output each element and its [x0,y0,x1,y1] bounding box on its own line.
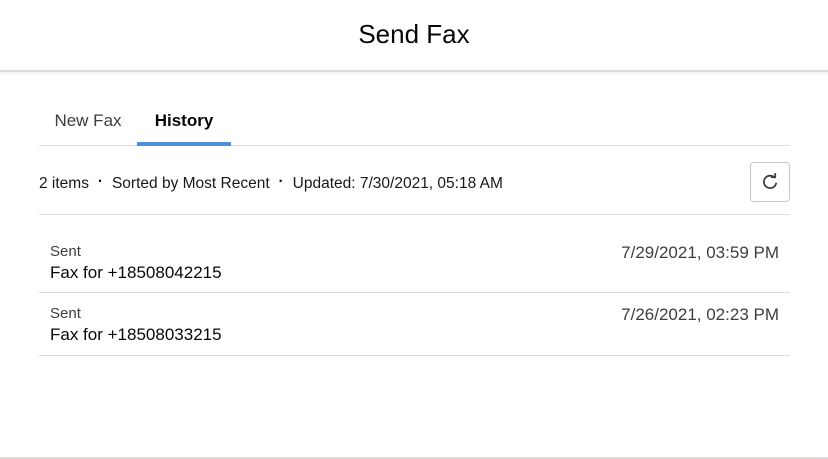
modal-title: Send Fax [358,18,470,49]
updated-timestamp: Updated: 7/30/2021, 05:18 AM [292,175,503,192]
fax-status: Sent [50,243,81,260]
list-meta-bar: 2 items · Sorted by Most Recent · Updated: 7… [39,146,790,215]
tab-new-fax[interactable]: New Fax [39,96,137,145]
fax-title: Fax for +18508033215 [50,325,222,344]
meta-separator: · [97,173,104,190]
modal-header: Send Fax [0,0,828,72]
item-count: 2 items [39,175,89,192]
fax-date: 7/29/2021, 03:59 PM [621,243,779,262]
refresh-button[interactable] [750,162,790,202]
fax-date: 7/26/2021, 02:23 PM [621,305,779,324]
list-item[interactable]: Sent Fax for +18508033215 7/26/2021, 02:… [39,293,790,356]
fax-status: Sent [50,305,81,322]
list-item[interactable]: Sent Fax for +18508042215 7/29/2021, 03:… [39,231,790,293]
meta-separator: · [278,173,284,190]
fax-title: Fax for +18508042215 [50,263,222,282]
list-meta-info: 2 items · Sorted by Most Recent · Updated: 7… [39,173,503,193]
sort-info: Sorted by Most Recent [111,175,270,192]
tab-history[interactable]: History [137,96,231,146]
tab-bar: New Fax History [39,96,790,146]
refresh-icon [763,173,777,189]
fax-history-list: Sent Fax for +18508042215 7/29/2021, 03:… [39,231,790,356]
